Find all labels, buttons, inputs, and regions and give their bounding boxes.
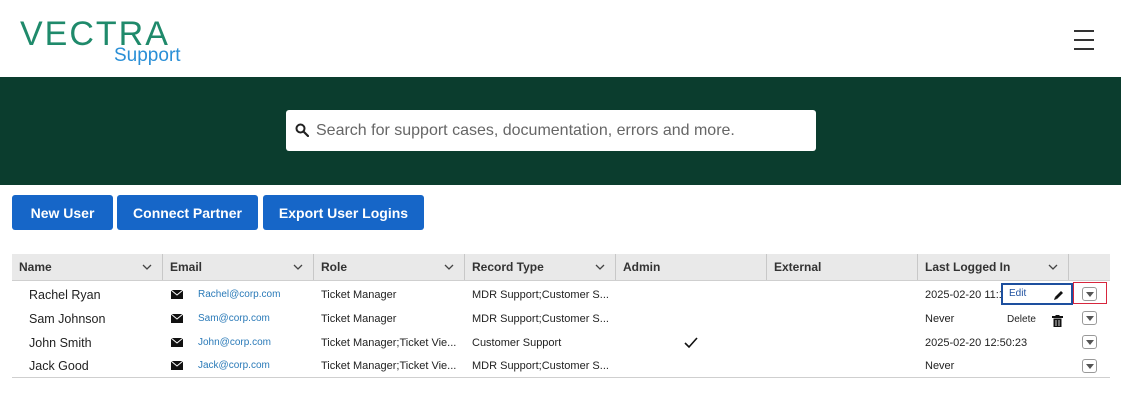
column-header-label: Name [19,260,52,274]
user-role: Ticket Manager [321,289,397,301]
vectra-logo[interactable]: VECTRA Support [20,16,195,68]
menu-item-label: Edit [1009,288,1027,299]
envelope-icon [171,361,183,370]
chevron-down-icon[interactable] [444,263,454,271]
admin-checkmark-icon [684,337,698,349]
caret-down-icon [1086,316,1094,321]
column-header-admin[interactable]: Admin [616,254,767,280]
user-name: John Smith [29,336,92,350]
chevron-down-icon[interactable] [595,263,605,271]
user-name: Jack Good [29,359,89,373]
user-last-logged-in: Never [925,313,955,325]
menu-item-delete[interactable]: Delete [1001,309,1073,331]
user-email-link[interactable]: Rachel@corp.com [198,283,308,307]
chevron-down-icon[interactable] [142,263,152,271]
chevron-down-icon[interactable] [1048,263,1058,271]
table-row: Rachel Ryan Rachel@corp.com Ticket Manag… [12,283,1110,307]
user-email-link[interactable]: Sam@corp.com [198,307,308,331]
pencil-icon [1054,291,1063,300]
user-email-link[interactable]: Jack@corp.com [198,354,308,378]
export-user-logins-button[interactable]: Export User Logins [263,195,424,230]
envelope-icon [171,314,183,323]
table-row: Sam Johnson Sam@corp.com Ticket Manager … [12,307,1110,331]
column-header-label: Role [321,260,348,274]
site-header: VECTRA Support [0,0,1121,77]
envelope-icon [171,290,183,299]
table-row: John Smith John@corp.com Ticket Manager;… [12,331,1110,355]
table-row: Jack Good Jack@corp.com Ticket Manager;T… [12,354,1110,378]
user-email-link[interactable]: John@corp.com [198,331,308,355]
column-header-label: External [774,260,822,274]
column-header-external[interactable]: External [767,254,918,280]
user-record-type: Customer Support [472,337,562,349]
column-header-name[interactable]: Name [12,254,163,280]
logo-subtitle: Support [114,45,181,66]
table-divider [12,377,1110,378]
user-record-type: MDR Support;Customer S... [472,313,609,325]
user-record-type: MDR Support;Customer S... [472,360,609,372]
caret-down-icon [1086,340,1094,345]
column-header-role[interactable]: Role [314,254,465,280]
column-header-email[interactable]: Email [163,254,314,280]
user-last-logged-in: 2025-02-20 11:1 [925,289,1005,301]
caret-down-icon [1086,364,1094,369]
search-icon [295,123,309,137]
users-table-header: Name Email Role Record Type Admin Extern… [12,254,1110,281]
user-record-type: MDR Support;Customer S... [472,289,609,301]
menu-item-edit[interactable]: Edit [1001,283,1073,305]
chevron-down-icon[interactable] [293,263,303,271]
envelope-icon [171,338,183,347]
column-header-label: Admin [623,260,661,274]
column-header-label: Record Type [472,260,544,274]
search-input[interactable] [316,110,811,151]
search-banner [0,77,1121,185]
row-actions-button[interactable] [1082,311,1097,325]
column-header-last-logged-in[interactable]: Last Logged In [918,254,1069,280]
search-box [286,110,816,151]
column-header-label: Email [170,260,203,274]
user-role: Ticket Manager;Ticket Vie... [321,337,457,349]
row-actions-button[interactable] [1082,335,1097,349]
row-actions-button[interactable] [1082,359,1097,373]
user-name: Sam Johnson [29,312,106,326]
column-header-label: Last Logged In [925,260,1011,274]
row-actions-menu: Edit Delete [1001,283,1073,335]
connect-partner-button[interactable]: Connect Partner [117,195,258,230]
new-user-button[interactable]: New User [12,195,113,230]
user-name: Rachel Ryan [29,288,101,302]
user-last-logged-in: Never [925,360,955,372]
column-header-record-type[interactable]: Record Type [465,254,616,280]
active-row-actions-highlight [1073,282,1107,304]
user-role: Ticket Manager [321,313,397,325]
menu-item-label: Delete [1007,314,1036,325]
trash-icon [1052,315,1063,327]
hamburger-menu-icon[interactable] [1074,30,1096,50]
user-role: Ticket Manager;Ticket Vie... [321,360,457,372]
